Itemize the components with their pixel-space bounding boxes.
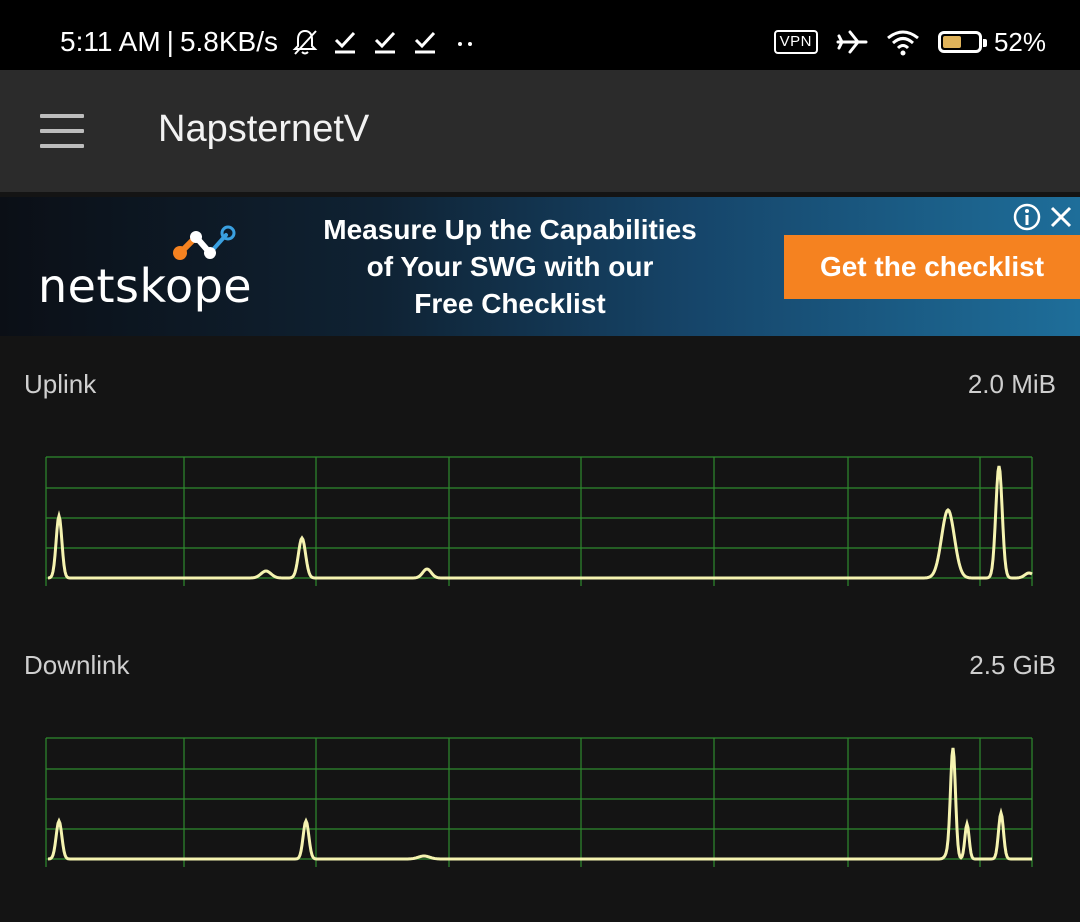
wifi-icon — [887, 30, 919, 56]
netskope-logo-mark-icon — [173, 225, 236, 260]
status-speed: 5.8KB/s — [179, 26, 278, 57]
check-notification-icon — [414, 31, 436, 54]
ad-close-icon[interactable] — [1046, 202, 1076, 232]
ad-banner[interactable]: netskope Measure Up the Capabilities of … — [0, 197, 1080, 336]
status-separator: | — [166, 26, 174, 57]
traffic-trace — [47, 465, 1033, 580]
battery-percent: 52% — [993, 26, 1046, 57]
ad-headline-line: Measure Up the Capabilities — [323, 214, 697, 245]
ad-cta-button[interactable]: Get the checklist — [784, 235, 1080, 299]
uplink-label: Uplink — [24, 369, 97, 399]
check-notification-icon — [334, 31, 356, 54]
battery-fill — [942, 36, 961, 48]
status-time: 5:11 AM — [60, 26, 161, 57]
status-right: VPN 52% — [773, 22, 1046, 62]
status-bar: 5:11 AM | 5.8KB/s VPN 52% — [0, 0, 1080, 70]
status-left: 5:11 AM | 5.8KB/s — [60, 22, 478, 62]
more-notifications-icon — [458, 42, 472, 46]
battery-icon — [937, 31, 987, 53]
downlink-label: Downlink — [24, 650, 130, 680]
bell-off-icon — [292, 29, 318, 55]
ad-info-icon[interactable] — [1012, 202, 1042, 232]
vpn-badge: VPN — [773, 30, 818, 54]
uplink-graph — [45, 456, 1033, 586]
app-title: NapsternetV — [158, 108, 370, 150]
ad-headline-line: Free Checklist — [414, 288, 606, 319]
menu-icon[interactable] — [40, 114, 84, 148]
traffic-trace — [47, 747, 1032, 861]
check-notification-icon — [374, 31, 396, 54]
ad-headline-line: of Your SWG with our — [366, 251, 654, 282]
ad-headline: Measure Up the Capabilities of Your SWG … — [290, 211, 730, 322]
airplane-mode-icon — [836, 30, 868, 54]
downlink-graph — [45, 737, 1033, 867]
downlink-value: 2.5 GiB — [969, 650, 1056, 680]
uplink-value: 2.0 MiB — [967, 369, 1056, 399]
app-bar: NapsternetV — [0, 70, 1080, 192]
